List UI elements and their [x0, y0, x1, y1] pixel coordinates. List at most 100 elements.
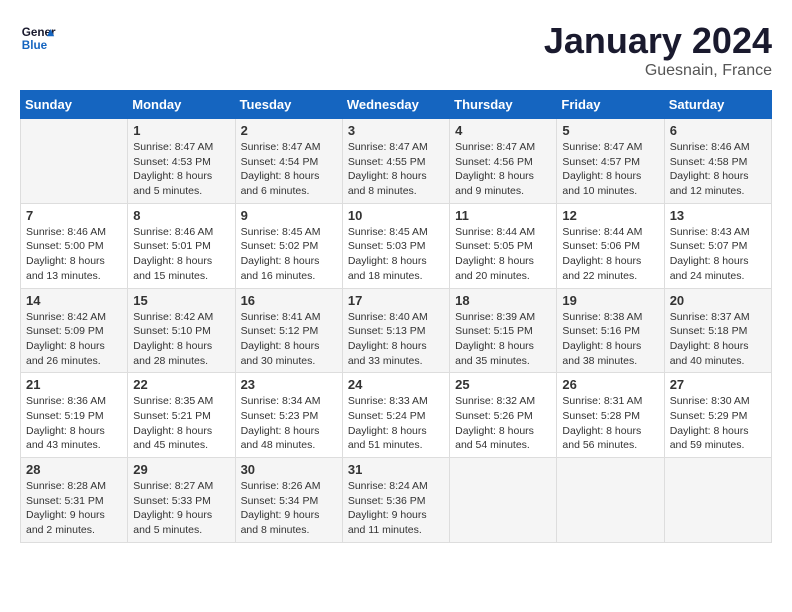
header-day-friday: Friday — [557, 91, 664, 119]
day-number: 17 — [348, 293, 444, 308]
day-info: Sunrise: 8:42 AM Sunset: 5:10 PM Dayligh… — [133, 310, 229, 369]
calendar-cell: 13Sunrise: 8:43 AM Sunset: 5:07 PM Dayli… — [664, 203, 771, 288]
calendar-cell: 8 Sunrise: 8:46 AM Sunset: 5:01 PM Daylig… — [128, 203, 235, 288]
calendar-cell: 10 Sunrise: 8:45 AM Sunset: 5:03 PM Dayli… — [342, 203, 449, 288]
calendar-cell: 25 Sunrise: 8:32 AM Sunset: 5:26 PM Dayli… — [450, 373, 557, 458]
header-day-tuesday: Tuesday — [235, 91, 342, 119]
day-number: 2 — [241, 123, 337, 138]
day-number: 18 — [455, 293, 551, 308]
day-info: Sunrise: 8:28 AM Sunset: 5:31 PM Dayligh… — [26, 479, 122, 538]
calendar-cell: 4 Sunrise: 8:47 AM Sunset: 4:56 PM Daylig… — [450, 119, 557, 204]
day-info: Sunrise: 8:46 AM Sunset: 5:01 PM Dayligh… — [133, 225, 229, 284]
day-info: Sunrise: 8:44 AM Sunset: 5:06 PM Dayligh… — [562, 225, 658, 284]
calendar-cell: 23 Sunrise: 8:34 AM Sunset: 5:23 PM Dayli… — [235, 373, 342, 458]
day-number: 14 — [26, 293, 122, 308]
day-number: 25 — [455, 377, 551, 392]
calendar-cell: 6 Sunrise: 8:46 AM Sunset: 4:58 PM Daylig… — [664, 119, 771, 204]
day-number: 8 — [133, 208, 229, 223]
day-info: Sunrise: 8:47 AM Sunset: 4:54 PM Dayligh… — [241, 140, 337, 199]
day-number: 30 — [241, 462, 337, 477]
header-day-saturday: Saturday — [664, 91, 771, 119]
calendar-cell: 9 Sunrise: 8:45 AM Sunset: 5:02 PM Daylig… — [235, 203, 342, 288]
day-number: 19 — [562, 293, 658, 308]
calendar-cell: 7 Sunrise: 8:46 AM Sunset: 5:00 PM Daylig… — [21, 203, 128, 288]
calendar-cell: 3Sunrise: 8:47 AM Sunset: 4:55 PM Daylig… — [342, 119, 449, 204]
calendar-cell: 30 Sunrise: 8:26 AM Sunset: 5:34 PM Dayli… — [235, 458, 342, 543]
day-number: 29 — [133, 462, 229, 477]
day-number: 9 — [241, 208, 337, 223]
day-info: Sunrise: 8:47 AM Sunset: 4:57 PM Dayligh… — [562, 140, 658, 199]
day-number: 1 — [133, 123, 229, 138]
calendar-cell: 31 Sunrise: 8:24 AM Sunset: 5:36 PM Dayli… — [342, 458, 449, 543]
calendar-cell — [664, 458, 771, 543]
calendar-cell: 2 Sunrise: 8:47 AM Sunset: 4:54 PM Daylig… — [235, 119, 342, 204]
day-info: Sunrise: 8:46 AM Sunset: 4:58 PM Dayligh… — [670, 140, 766, 199]
day-number: 12 — [562, 208, 658, 223]
month-title: January 2024 — [544, 20, 772, 62]
title-area: January 2024 Guesnain, France — [544, 20, 772, 80]
day-info: Sunrise: 8:45 AM Sunset: 5:02 PM Dayligh… — [241, 225, 337, 284]
calendar-week-3: 14Sunrise: 8:42 AM Sunset: 5:09 PM Dayli… — [21, 288, 772, 373]
calendar-cell: 27 Sunrise: 8:30 AM Sunset: 5:29 PM Dayli… — [664, 373, 771, 458]
day-number: 10 — [348, 208, 444, 223]
day-number: 15 — [133, 293, 229, 308]
location-title: Guesnain, France — [544, 62, 772, 80]
day-info: Sunrise: 8:47 AM Sunset: 4:55 PM Dayligh… — [348, 140, 444, 199]
day-info: Sunrise: 8:24 AM Sunset: 5:36 PM Dayligh… — [348, 479, 444, 538]
day-info: Sunrise: 8:47 AM Sunset: 4:53 PM Dayligh… — [133, 140, 229, 199]
calendar-week-4: 21Sunrise: 8:36 AM Sunset: 5:19 PM Dayli… — [21, 373, 772, 458]
calendar-cell — [450, 458, 557, 543]
day-number: 5 — [562, 123, 658, 138]
day-info: Sunrise: 8:27 AM Sunset: 5:33 PM Dayligh… — [133, 479, 229, 538]
calendar-cell: 16Sunrise: 8:41 AM Sunset: 5:12 PM Dayli… — [235, 288, 342, 373]
day-info: Sunrise: 8:37 AM Sunset: 5:18 PM Dayligh… — [670, 310, 766, 369]
day-number: 13 — [670, 208, 766, 223]
calendar-cell — [21, 119, 128, 204]
day-info: Sunrise: 8:39 AM Sunset: 5:15 PM Dayligh… — [455, 310, 551, 369]
calendar-cell: 12 Sunrise: 8:44 AM Sunset: 5:06 PM Dayli… — [557, 203, 664, 288]
calendar-week-1: 1 Sunrise: 8:47 AM Sunset: 4:53 PM Daylig… — [21, 119, 772, 204]
header-day-thursday: Thursday — [450, 91, 557, 119]
calendar-cell: 5 Sunrise: 8:47 AM Sunset: 4:57 PM Daylig… — [557, 119, 664, 204]
calendar-cell: 21Sunrise: 8:36 AM Sunset: 5:19 PM Dayli… — [21, 373, 128, 458]
day-info: Sunrise: 8:31 AM Sunset: 5:28 PM Dayligh… — [562, 394, 658, 453]
calendar-cell: 14Sunrise: 8:42 AM Sunset: 5:09 PM Dayli… — [21, 288, 128, 373]
day-number: 27 — [670, 377, 766, 392]
day-number: 24 — [348, 377, 444, 392]
day-info: Sunrise: 8:34 AM Sunset: 5:23 PM Dayligh… — [241, 394, 337, 453]
day-number: 28 — [26, 462, 122, 477]
calendar-cell: 19 Sunrise: 8:38 AM Sunset: 5:16 PM Dayli… — [557, 288, 664, 373]
calendar-week-5: 28 Sunrise: 8:28 AM Sunset: 5:31 PM Dayli… — [21, 458, 772, 543]
logo-icon: General Blue — [20, 20, 56, 56]
day-number: 26 — [562, 377, 658, 392]
day-number: 4 — [455, 123, 551, 138]
svg-text:Blue: Blue — [22, 39, 48, 52]
day-number: 7 — [26, 208, 122, 223]
header-day-monday: Monday — [128, 91, 235, 119]
calendar-cell: 28 Sunrise: 8:28 AM Sunset: 5:31 PM Dayli… — [21, 458, 128, 543]
day-number: 6 — [670, 123, 766, 138]
day-number: 11 — [455, 208, 551, 223]
calendar-table: SundayMondayTuesdayWednesdayThursdayFrid… — [20, 90, 772, 543]
calendar-cell: 18 Sunrise: 8:39 AM Sunset: 5:15 PM Dayli… — [450, 288, 557, 373]
calendar-cell: 17 Sunrise: 8:40 AM Sunset: 5:13 PM Dayli… — [342, 288, 449, 373]
day-info: Sunrise: 8:36 AM Sunset: 5:19 PM Dayligh… — [26, 394, 122, 453]
logo: General Blue — [20, 20, 56, 56]
day-info: Sunrise: 8:46 AM Sunset: 5:00 PM Dayligh… — [26, 225, 122, 284]
day-info: Sunrise: 8:40 AM Sunset: 5:13 PM Dayligh… — [348, 310, 444, 369]
calendar-cell: 15 Sunrise: 8:42 AM Sunset: 5:10 PM Dayli… — [128, 288, 235, 373]
day-info: Sunrise: 8:47 AM Sunset: 4:56 PM Dayligh… — [455, 140, 551, 199]
calendar-cell: 26 Sunrise: 8:31 AM Sunset: 5:28 PM Dayli… — [557, 373, 664, 458]
day-info: Sunrise: 8:26 AM Sunset: 5:34 PM Dayligh… — [241, 479, 337, 538]
day-info: Sunrise: 8:32 AM Sunset: 5:26 PM Dayligh… — [455, 394, 551, 453]
day-number: 23 — [241, 377, 337, 392]
day-info: Sunrise: 8:44 AM Sunset: 5:05 PM Dayligh… — [455, 225, 551, 284]
day-info: Sunrise: 8:41 AM Sunset: 5:12 PM Dayligh… — [241, 310, 337, 369]
day-info: Sunrise: 8:30 AM Sunset: 5:29 PM Dayligh… — [670, 394, 766, 453]
day-info: Sunrise: 8:45 AM Sunset: 5:03 PM Dayligh… — [348, 225, 444, 284]
calendar-cell: 1 Sunrise: 8:47 AM Sunset: 4:53 PM Daylig… — [128, 119, 235, 204]
calendar-cell: 22Sunrise: 8:35 AM Sunset: 5:21 PM Dayli… — [128, 373, 235, 458]
day-info: Sunrise: 8:38 AM Sunset: 5:16 PM Dayligh… — [562, 310, 658, 369]
calendar-cell: 29 Sunrise: 8:27 AM Sunset: 5:33 PM Dayli… — [128, 458, 235, 543]
day-number: 31 — [348, 462, 444, 477]
